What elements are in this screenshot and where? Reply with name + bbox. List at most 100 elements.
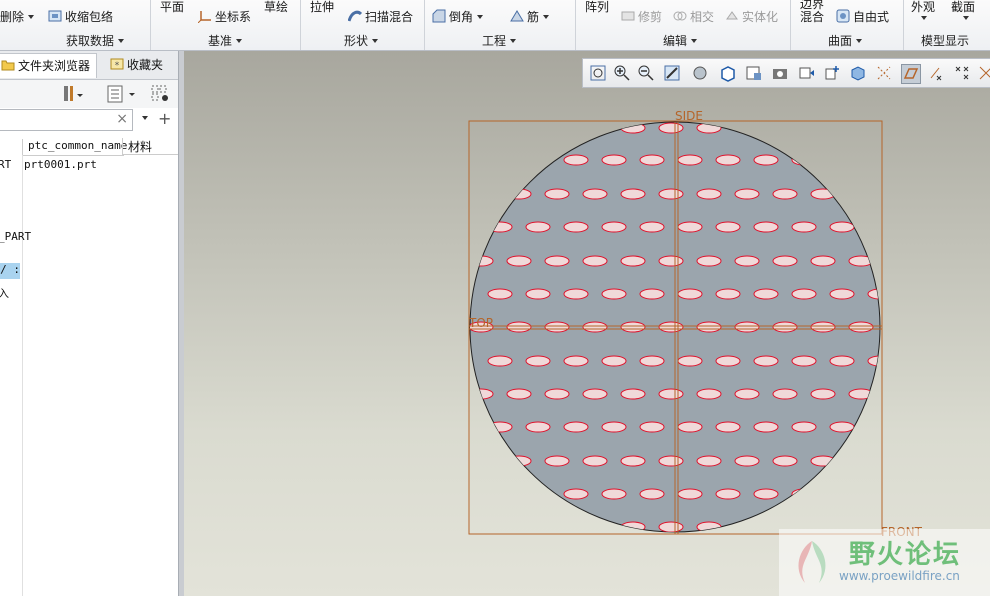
hole[interactable]: [810, 255, 836, 267]
hole[interactable]: [525, 221, 551, 233]
hole[interactable]: [601, 421, 627, 433]
hole[interactable]: [677, 154, 703, 166]
hole[interactable]: [791, 154, 817, 166]
hole[interactable]: [639, 488, 665, 500]
hole[interactable]: [867, 355, 892, 367]
hole[interactable]: [620, 521, 646, 532]
hole[interactable]: [582, 255, 608, 267]
datum-label-side[interactable]: SIDE: [675, 109, 703, 123]
hole[interactable]: [734, 455, 760, 467]
hole[interactable]: [506, 388, 532, 400]
hole[interactable]: [772, 455, 798, 467]
hole[interactable]: [582, 188, 608, 200]
hole[interactable]: [696, 321, 722, 333]
hole[interactable]: [506, 255, 532, 267]
hole[interactable]: [563, 288, 589, 300]
hole[interactable]: [829, 421, 855, 433]
hole[interactable]: [829, 288, 855, 300]
hole[interactable]: [772, 388, 798, 400]
hole[interactable]: [544, 321, 570, 333]
hole[interactable]: [715, 288, 741, 300]
hole[interactable]: [563, 355, 589, 367]
hole[interactable]: [658, 321, 684, 333]
hole[interactable]: [753, 221, 779, 233]
hole[interactable]: [696, 388, 722, 400]
hole[interactable]: [469, 255, 494, 267]
hole[interactable]: [639, 154, 665, 166]
hole[interactable]: [715, 421, 741, 433]
hole[interactable]: [525, 355, 551, 367]
hole[interactable]: [677, 288, 703, 300]
hole[interactable]: [563, 221, 589, 233]
hole[interactable]: [620, 388, 646, 400]
hole[interactable]: [677, 488, 703, 500]
hole[interactable]: [734, 122, 760, 134]
hole[interactable]: [696, 455, 722, 467]
hole[interactable]: [620, 188, 646, 200]
hole[interactable]: [506, 455, 532, 467]
hole[interactable]: [734, 255, 760, 267]
hole[interactable]: [544, 255, 570, 267]
hole[interactable]: [601, 288, 627, 300]
hole[interactable]: [601, 488, 627, 500]
hole[interactable]: [563, 154, 589, 166]
hole[interactable]: [677, 355, 703, 367]
hole[interactable]: [810, 321, 836, 333]
hole[interactable]: [601, 221, 627, 233]
hole[interactable]: [753, 355, 779, 367]
hole[interactable]: [487, 221, 513, 233]
hole[interactable]: [715, 355, 741, 367]
hole[interactable]: [658, 122, 684, 134]
hole[interactable]: [639, 288, 665, 300]
hole[interactable]: [677, 421, 703, 433]
hole[interactable]: [582, 455, 608, 467]
hole[interactable]: [810, 388, 836, 400]
hole[interactable]: [620, 455, 646, 467]
hole[interactable]: [582, 321, 608, 333]
hole[interactable]: [848, 388, 874, 400]
hole[interactable]: [753, 288, 779, 300]
hole[interactable]: [639, 421, 665, 433]
hole[interactable]: [639, 355, 665, 367]
hole[interactable]: [829, 221, 855, 233]
hole[interactable]: [867, 288, 892, 300]
hole[interactable]: [715, 221, 741, 233]
hole[interactable]: [715, 154, 741, 166]
hole[interactable]: [658, 388, 684, 400]
hole[interactable]: [772, 255, 798, 267]
hole[interactable]: [696, 255, 722, 267]
hole[interactable]: [487, 288, 513, 300]
hole[interactable]: [848, 321, 874, 333]
hole[interactable]: [601, 355, 627, 367]
hole[interactable]: [525, 288, 551, 300]
hole[interactable]: [658, 188, 684, 200]
datum-label-top[interactable]: TOP: [468, 316, 493, 330]
hole[interactable]: [658, 455, 684, 467]
hole[interactable]: [639, 221, 665, 233]
hole[interactable]: [563, 488, 589, 500]
hole[interactable]: [791, 488, 817, 500]
hole[interactable]: [487, 421, 513, 433]
hole[interactable]: [753, 488, 779, 500]
hole[interactable]: [582, 388, 608, 400]
hole[interactable]: [544, 388, 570, 400]
hole[interactable]: [487, 355, 513, 367]
hole[interactable]: [696, 188, 722, 200]
hole[interactable]: [772, 188, 798, 200]
hole[interactable]: [810, 455, 836, 467]
hole[interactable]: [620, 255, 646, 267]
hole[interactable]: [544, 188, 570, 200]
hole[interactable]: [734, 388, 760, 400]
hole[interactable]: [734, 188, 760, 200]
hole[interactable]: [601, 154, 627, 166]
hole[interactable]: [506, 188, 532, 200]
hole[interactable]: [791, 355, 817, 367]
hole[interactable]: [791, 288, 817, 300]
hole[interactable]: [544, 455, 570, 467]
hole[interactable]: [658, 255, 684, 267]
hole[interactable]: [753, 421, 779, 433]
hole[interactable]: [677, 221, 703, 233]
hole[interactable]: [829, 355, 855, 367]
hole[interactable]: [791, 221, 817, 233]
hole[interactable]: [506, 321, 532, 333]
